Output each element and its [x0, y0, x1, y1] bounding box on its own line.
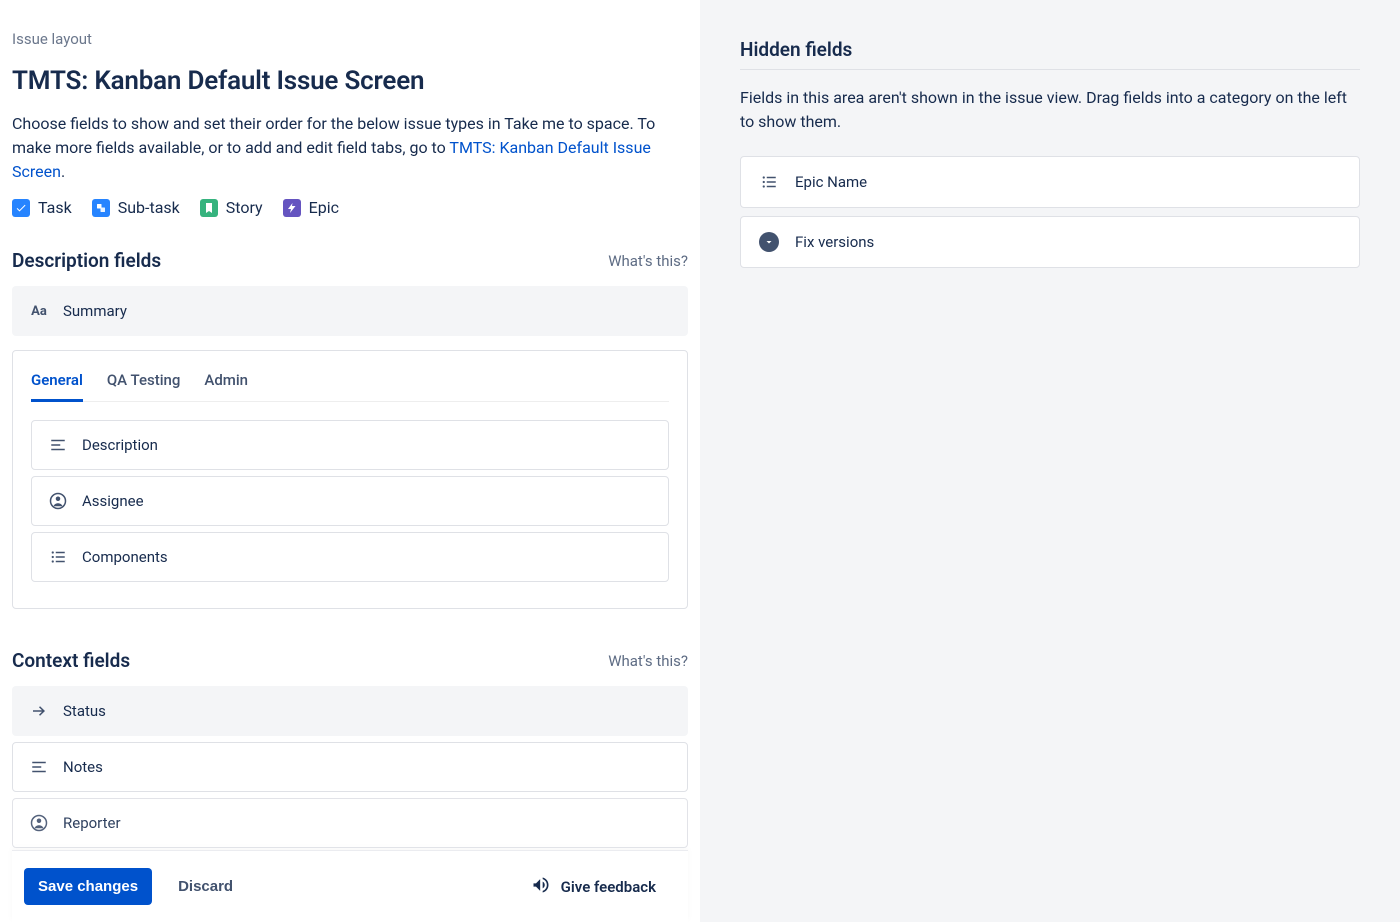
context-section: Context fields What's this? Status Notes [12, 649, 688, 848]
issue-type-subtask: Sub-task [92, 198, 180, 217]
hidden-fields-title: Hidden fields [740, 38, 1360, 61]
person-icon [29, 813, 49, 833]
paragraph-icon [48, 435, 68, 455]
paragraph-icon [29, 757, 49, 777]
layout-root: Issue layout TMTS: Kanban Default Issue … [0, 0, 1400, 922]
issue-type-label: Epic [309, 198, 339, 217]
description-section-header: Description fields What's this? [12, 249, 688, 272]
list-icon [759, 172, 779, 192]
field-description[interactable]: Description [31, 420, 669, 470]
breadcrumb[interactable]: Issue layout [12, 30, 688, 48]
chevron-down-icon [759, 232, 779, 252]
whats-this-link[interactable]: What's this? [608, 652, 688, 670]
hidden-field-fix-versions[interactable]: Fix versions [740, 216, 1360, 268]
intro-part2: . [61, 162, 65, 181]
megaphone-icon [531, 875, 551, 899]
hidden-fields-description: Fields in this area aren't shown in the … [740, 86, 1360, 134]
discard-button[interactable]: Discard [172, 877, 239, 896]
issue-type-label: Story [226, 198, 263, 217]
field-notes[interactable]: Notes [12, 742, 688, 792]
list-icon [48, 547, 68, 567]
tabs-container: General QA Testing Admin Description Ass… [12, 350, 688, 609]
field-label: Description [82, 436, 158, 454]
save-button[interactable]: Save changes [24, 868, 152, 905]
page-title: TMTS: Kanban Default Issue Screen [12, 66, 688, 96]
tab-admin[interactable]: Admin [204, 367, 248, 402]
footer-bar: Save changes Discard Give feedback [12, 850, 688, 922]
tab-list: General QA Testing Admin [31, 367, 669, 402]
intro-text: Choose fields to show and set their orde… [12, 112, 672, 184]
issue-type-task: Task [12, 198, 72, 217]
issue-type-row: Task Sub-task Story [12, 198, 688, 217]
description-section-title: Description fields [12, 249, 161, 272]
field-label: Reporter [63, 814, 121, 832]
left-scroll-area: Issue layout TMTS: Kanban Default Issue … [12, 30, 688, 850]
field-label: Fix versions [795, 233, 874, 251]
task-icon [12, 199, 30, 217]
give-feedback-button[interactable]: Give feedback [531, 875, 676, 899]
epic-icon [283, 199, 301, 217]
field-label: Status [63, 702, 106, 720]
field-reporter[interactable]: Reporter [12, 798, 688, 848]
issue-type-story: Story [200, 198, 263, 217]
issue-type-label: Task [38, 198, 72, 217]
field-label: Components [82, 548, 168, 566]
tab-qa-testing[interactable]: QA Testing [107, 367, 181, 402]
issue-type-epic: Epic [283, 198, 339, 217]
field-label: Notes [63, 758, 103, 776]
footer-left: Save changes Discard [24, 868, 239, 905]
divider [740, 69, 1360, 70]
locked-field-summary[interactable]: Aa Summary [12, 286, 688, 336]
issue-type-label: Sub-task [118, 198, 180, 217]
field-label: Assignee [82, 492, 144, 510]
context-section-title: Context fields [12, 649, 130, 672]
hidden-field-epic-name[interactable]: Epic Name [740, 156, 1360, 208]
left-column: Issue layout TMTS: Kanban Default Issue … [0, 0, 700, 922]
locked-field-status[interactable]: Status [12, 686, 688, 736]
text-style-icon: Aa [29, 301, 49, 321]
field-assignee[interactable]: Assignee [31, 476, 669, 526]
subtask-icon [92, 199, 110, 217]
field-label: Summary [63, 302, 127, 320]
whats-this-link[interactable]: What's this? [608, 252, 688, 270]
tab-general[interactable]: General [31, 367, 83, 402]
feedback-label: Give feedback [561, 878, 656, 896]
story-icon [200, 199, 218, 217]
person-icon [48, 491, 68, 511]
arrow-right-icon [29, 701, 49, 721]
field-components[interactable]: Components [31, 532, 669, 582]
right-column: Hidden fields Fields in this area aren't… [700, 0, 1400, 922]
field-label: Epic Name [795, 173, 867, 191]
context-section-header: Context fields What's this? [12, 649, 688, 672]
